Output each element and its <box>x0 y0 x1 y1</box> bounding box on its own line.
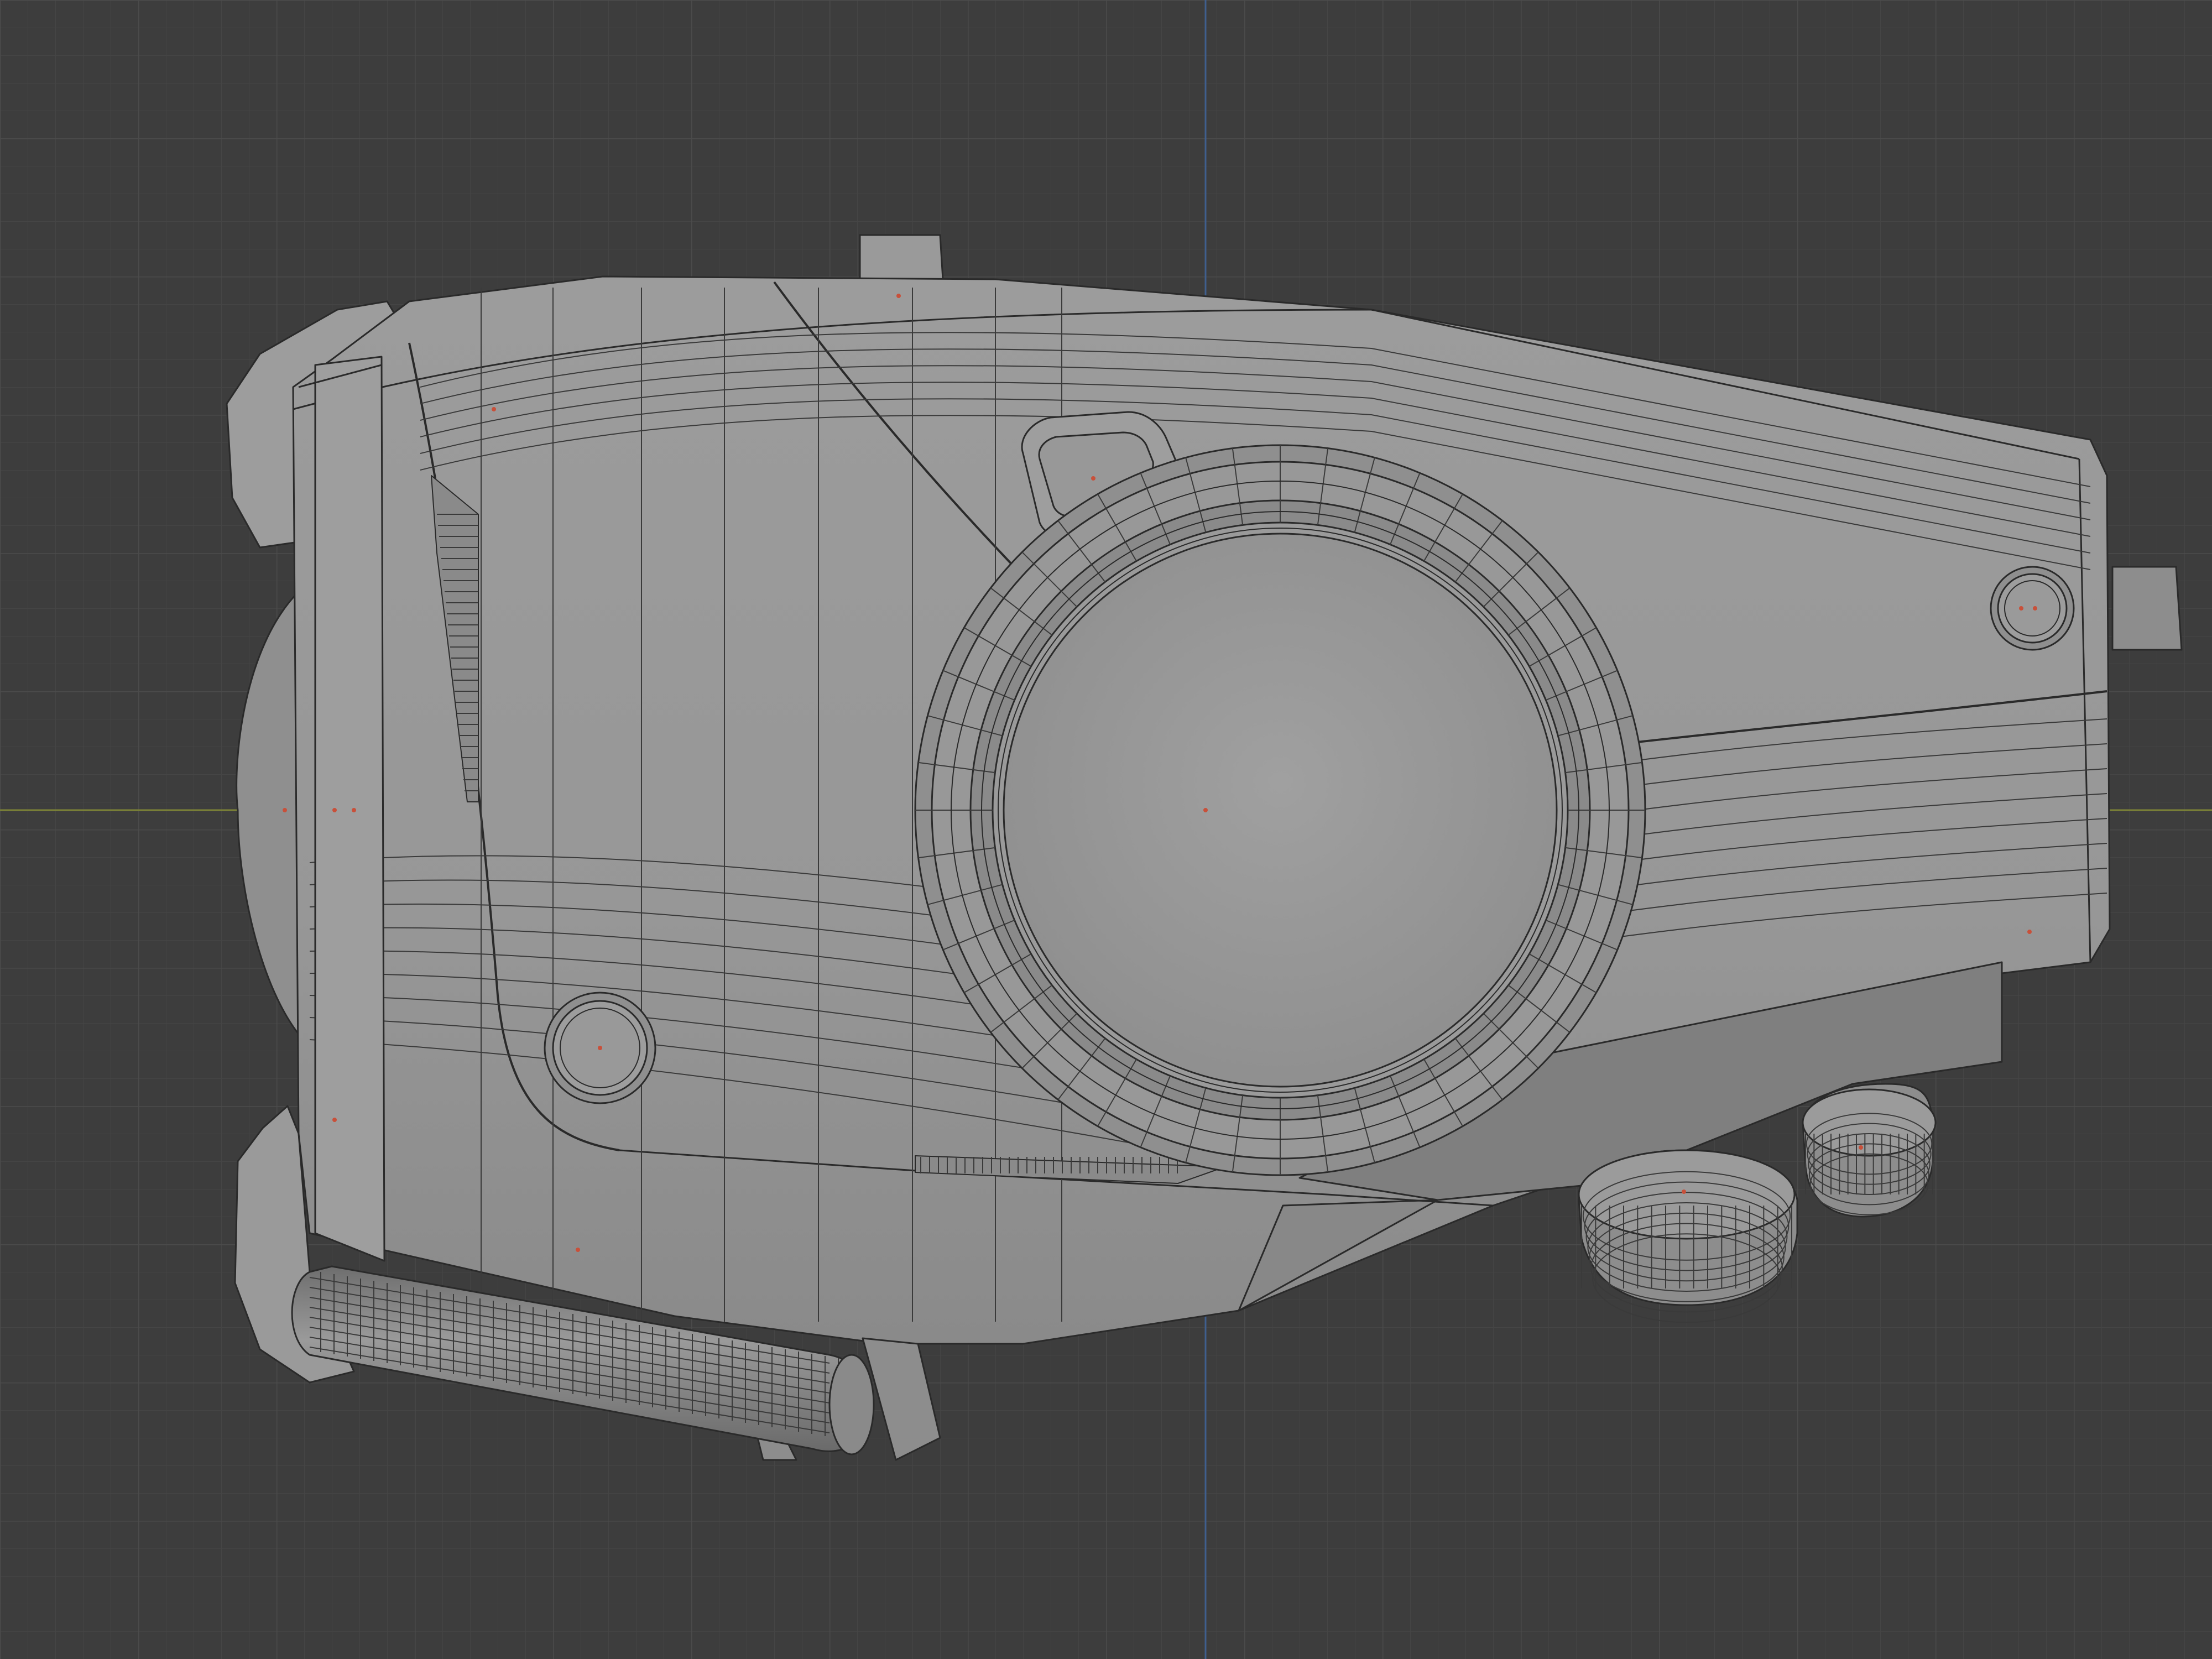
vertex-dot <box>352 808 356 812</box>
main-dial[interactable] <box>914 444 1646 1176</box>
vertex-dot <box>2027 930 2032 934</box>
vertex-dot <box>332 1118 337 1122</box>
lower-cylinder-small[interactable] <box>1802 1083 1937 1218</box>
top-tab[interactable] <box>859 234 944 280</box>
vertex-dot <box>1091 476 1095 481</box>
vertex-dot <box>1203 808 1208 812</box>
vertex-dot <box>283 808 287 812</box>
vertex-dot <box>2019 606 2023 611</box>
back-tab[interactable] <box>2111 566 2183 651</box>
vertex-dot <box>332 808 337 812</box>
vertex-dot <box>576 1248 580 1252</box>
vertex-dot <box>598 1046 602 1050</box>
vertex-dot <box>1682 1190 1686 1194</box>
front-plate <box>314 356 385 1262</box>
vertex-dot <box>2033 606 2037 611</box>
3d-viewport[interactable] <box>0 0 2212 1659</box>
small-knob-back[interactable] <box>1990 566 2075 651</box>
vertex-dot <box>1859 1145 1863 1150</box>
vertex-dot <box>896 294 901 298</box>
vertex-dot <box>492 407 496 411</box>
